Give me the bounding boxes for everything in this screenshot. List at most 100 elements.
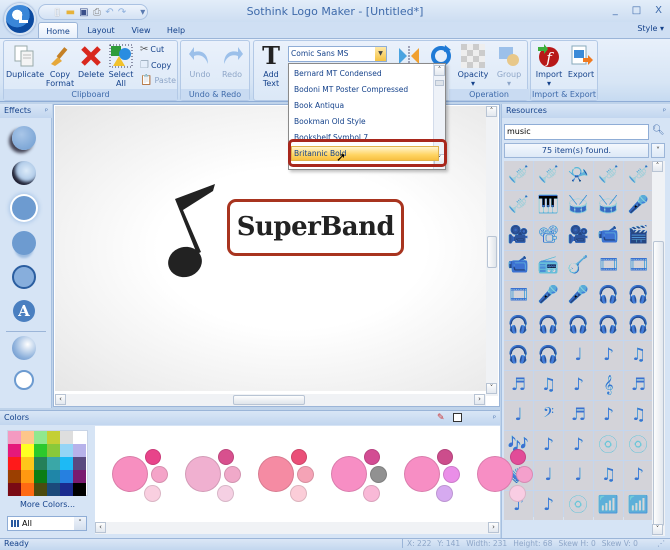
tab-help[interactable]: Help	[162, 22, 190, 39]
resource-icon[interactable]: 💿	[564, 491, 593, 520]
color-swatch[interactable]	[47, 483, 60, 496]
resource-icon[interactable]: 💿	[594, 431, 623, 460]
color-swatch[interactable]	[8, 431, 21, 444]
cut-button[interactable]: ✂ Cut	[140, 44, 164, 55]
group-button[interactable]: Group ▾	[494, 44, 524, 88]
scroll-down-icon[interactable]: ˅	[486, 383, 497, 394]
resource-icon[interactable]: 🥁	[564, 191, 593, 220]
resource-icon[interactable]: 📹	[594, 221, 623, 250]
font-option[interactable]: Bodoni MT Poster Compressed	[294, 83, 408, 97]
palette-horizontal-scrollbar[interactable]: ‹ ›	[95, 522, 500, 534]
maximize-button[interactable]: □	[632, 5, 641, 16]
palette-scroll-right-icon[interactable]: ›	[488, 522, 499, 533]
logo-text-frame[interactable]: SuperBand	[227, 199, 404, 256]
color-swatch[interactable]	[21, 431, 34, 444]
resource-icon[interactable]: 🎺	[504, 161, 533, 190]
color-swatch[interactable]	[73, 457, 86, 470]
res-scroll-thumb[interactable]	[653, 241, 664, 526]
resource-icon[interactable]: 🎬	[624, 221, 653, 250]
resource-icon[interactable]: 🎥	[564, 221, 593, 250]
color-swatch[interactable]	[34, 483, 47, 496]
color-swatch[interactable]	[21, 457, 34, 470]
res-scroll-down-icon[interactable]: ˅	[652, 524, 663, 535]
duplicate-button[interactable]: Duplicate	[6, 44, 44, 79]
resource-icon[interactable]: 📶	[624, 491, 653, 520]
background-color-swatch[interactable]	[453, 413, 462, 422]
resource-icon[interactable]: 🎧	[624, 281, 653, 310]
import-button[interactable]: f Import ▾	[534, 44, 564, 88]
color-swatch[interactable]	[60, 470, 73, 483]
resource-icon[interactable]: 🥁	[594, 191, 623, 220]
color-swatch[interactable]	[34, 444, 47, 457]
font-list-scroll-up-icon[interactable]: ˄	[434, 65, 445, 76]
resource-search-input[interactable]: music	[504, 124, 649, 140]
effect-glow[interactable]	[12, 196, 36, 220]
resize-grip-icon[interactable]: ⋰	[657, 539, 665, 548]
resource-icon[interactable]: 🎧	[594, 281, 623, 310]
resource-icon[interactable]: 🎺	[594, 161, 623, 190]
undo-button[interactable]: Undo	[186, 44, 214, 79]
app-menu-button[interactable]	[4, 3, 36, 35]
resource-icon[interactable]: ♪	[534, 431, 563, 460]
color-swatch[interactable]	[47, 431, 60, 444]
color-swatch[interactable]	[34, 431, 47, 444]
pin-icon[interactable]: ᵖ	[45, 104, 48, 118]
search-icon[interactable]: 🔍︎	[652, 125, 665, 136]
color-swatch[interactable]	[34, 470, 47, 483]
resource-icon[interactable]: 🎧	[504, 311, 533, 340]
resource-icon[interactable]: 🎤	[564, 281, 593, 310]
redo-button[interactable]: Redo	[218, 44, 246, 79]
resource-icon[interactable]: 🎥	[504, 221, 533, 250]
minimize-button[interactable]: _	[613, 5, 618, 16]
resource-icon[interactable]: 🎧	[594, 311, 623, 340]
resource-icon[interactable]: ♬	[564, 401, 593, 430]
resource-icon[interactable]: ♪	[594, 401, 623, 430]
font-dropdown-arrow-icon[interactable]: ▼	[375, 47, 386, 61]
copy-button[interactable]: ❐ Copy	[140, 60, 171, 71]
resource-icon[interactable]: ♪	[594, 341, 623, 370]
effect-stroke[interactable]	[12, 265, 36, 289]
canvas-hscroll-thumb[interactable]	[233, 395, 305, 405]
resource-icon[interactable]: ♫	[594, 461, 623, 490]
pin-icon[interactable]: ᵖ	[663, 104, 666, 118]
scroll-up-icon[interactable]: ˄	[486, 106, 497, 117]
effect-inner-shadow[interactable]	[12, 161, 36, 185]
color-swatch[interactable]	[60, 483, 73, 496]
resource-icon[interactable]: ♫	[624, 341, 653, 370]
font-option[interactable]: Bookman Old Style	[294, 115, 366, 129]
export-button[interactable]: Export	[566, 44, 596, 79]
color-swatch[interactable]	[73, 431, 86, 444]
color-swatch[interactable]	[8, 457, 21, 470]
pin-icon[interactable]: ᵖ	[493, 411, 496, 425]
resource-icon[interactable]: ♪	[564, 431, 593, 460]
resource-icon[interactable]: ♪	[534, 491, 563, 520]
resource-icon[interactable]: 🎞	[624, 251, 653, 280]
close-button[interactable]: X	[655, 5, 662, 16]
delete-button[interactable]: Delete	[78, 44, 104, 79]
resource-icon[interactable]: 🎤	[534, 281, 563, 310]
resource-icon[interactable]: ♫	[534, 371, 563, 400]
add-text-button[interactable]: T Add Text	[258, 44, 284, 89]
scroll-right-icon[interactable]: ›	[474, 394, 485, 405]
color-swatch[interactable]	[47, 470, 60, 483]
resources-vertical-scrollbar[interactable]: ˄ ˅	[652, 161, 665, 536]
color-swatch[interactable]	[73, 470, 86, 483]
resource-icon[interactable]: 🎧	[624, 311, 653, 340]
paste-button[interactable]: 📋 Paste	[140, 75, 176, 86]
font-list-scroll-thumb[interactable]	[435, 80, 444, 86]
opacity-button[interactable]: Opacity ▾	[456, 44, 490, 88]
color-swatch[interactable]	[47, 457, 60, 470]
color-swatch[interactable]	[60, 431, 73, 444]
resource-icon[interactable]: 🎺	[534, 161, 563, 190]
resource-icon[interactable]: 🎧	[504, 341, 533, 370]
resource-icon[interactable]: 𝄞	[594, 371, 623, 400]
canvas-vertical-scrollbar[interactable]: ˄ ˅	[486, 106, 498, 396]
resource-icon[interactable]: ♩	[534, 461, 563, 490]
resource-icon[interactable]: 📹	[504, 251, 533, 280]
eyedropper-icon[interactable]: ✎	[437, 413, 445, 423]
color-swatch[interactable]	[73, 444, 86, 457]
res-scroll-up-icon[interactable]: ˄	[652, 161, 663, 172]
effect-reflection[interactable]	[12, 231, 36, 255]
tab-home[interactable]: Home	[38, 22, 78, 39]
color-swatch[interactable]	[21, 444, 34, 457]
